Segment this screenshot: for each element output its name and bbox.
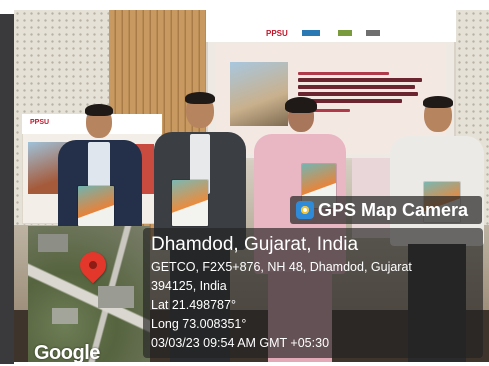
- map-provider-logo: Google: [34, 342, 100, 362]
- map-building: [98, 286, 134, 308]
- banner-logo-text: PPSU: [30, 119, 50, 126]
- location-map-thumbnail: Google: [28, 226, 150, 362]
- gps-map-camera-icon: [296, 201, 314, 219]
- map-building: [52, 308, 78, 324]
- photo-frame: PPSU PPSU Google GPS Map Camera Dhamdod,…: [0, 0, 489, 366]
- gps-timestamp: 03/03/23 09:54 AM GMT +05:30: [151, 336, 330, 350]
- screen-header: PPSU: [206, 10, 456, 42]
- gps-app-title: GPS Map Camera: [318, 200, 469, 220]
- gps-address-line-2: 394125, India: [151, 279, 227, 293]
- gps-place-name: Dhamdod, Gujarat, India: [151, 234, 359, 255]
- gps-latitude: Lat 21.498787°: [151, 298, 236, 312]
- gps-camera-badge: GPS Map Camera: [290, 196, 482, 224]
- partner-logo: [302, 30, 320, 36]
- partner-logo: [366, 30, 380, 36]
- location-pin-icon: [74, 246, 112, 284]
- map-building: [38, 234, 68, 252]
- gps-address-line-1: GETCO, F2X5+876, NH 48, Dhamdod, Gujarat: [151, 260, 412, 274]
- left-edge-strip: [0, 14, 14, 364]
- gps-longitude: Long 73.008351°: [151, 317, 247, 331]
- partner-logo: [338, 30, 352, 36]
- gps-info-panel: Dhamdod, Gujarat, India GETCO, F2X5+876,…: [143, 228, 483, 358]
- screen-logo-text: PPSU: [266, 29, 288, 38]
